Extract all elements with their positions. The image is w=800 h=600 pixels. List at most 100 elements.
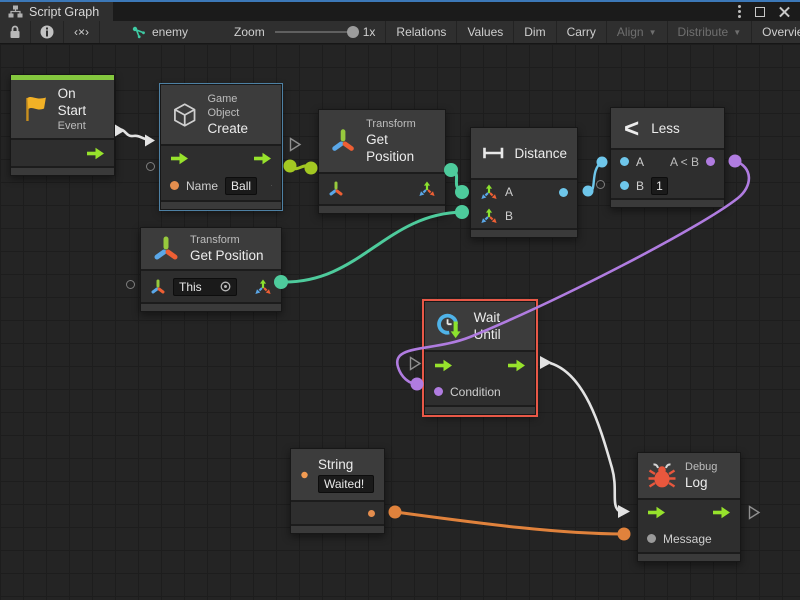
graph-target[interactable]: enemy <box>122 21 198 43</box>
output-label: A < B <box>670 155 699 169</box>
maximize-icon[interactable] <box>755 7 765 17</box>
this-value-field[interactable]: This <box>173 278 237 296</box>
flow-out-port[interactable] <box>507 359 526 372</box>
position-a-in-port[interactable] <box>480 184 498 200</box>
code-view-button[interactable]: ‹×› <box>64 21 100 43</box>
position-b-in-port[interactable] <box>480 208 498 224</box>
name-input-port[interactable] <box>170 181 179 190</box>
transform-icon <box>329 127 357 155</box>
zoom-control: Zoom 1x <box>224 21 385 43</box>
flag-icon <box>21 93 49 125</box>
zoom-slider[interactable] <box>275 31 353 33</box>
string-out-port[interactable] <box>368 510 375 517</box>
window-menu-icon[interactable] <box>738 5 741 18</box>
less-b-in-port[interactable] <box>620 181 629 190</box>
unity-script-graph-window: Script Graph ‹×› <box>0 0 800 600</box>
tab-title: Script Graph <box>29 5 99 19</box>
unconnected-circle-less-b[interactable] <box>596 180 605 189</box>
transform-icon <box>151 235 181 263</box>
node-footer <box>161 200 281 209</box>
zoom-label: Zoom <box>234 25 265 39</box>
node-footer <box>319 204 445 213</box>
chevron-down-icon: ▼ <box>649 28 657 37</box>
toolbar-buttons: Relations Values Dim Carry Align ▼ Distr… <box>385 21 800 43</box>
node-footer <box>471 228 577 237</box>
node-footer <box>425 405 535 414</box>
node-on-start-event[interactable]: On Start Event <box>10 74 115 176</box>
unconnected-circle-get-position-this[interactable] <box>126 280 135 289</box>
node-subtitle: Event <box>58 119 104 133</box>
unconnected-circle-create-name[interactable] <box>146 162 155 171</box>
input-b-label: B <box>505 209 513 223</box>
object-picker-icon[interactable] <box>220 281 231 292</box>
b-value-field[interactable]: 1 <box>651 177 668 195</box>
less-a-in-port[interactable] <box>620 157 629 166</box>
transform-in-port[interactable] <box>328 181 344 197</box>
relations-button[interactable]: Relations <box>385 21 457 43</box>
node-category: Transform <box>366 117 435 131</box>
transform-in-port[interactable] <box>150 279 166 295</box>
code-view-icon: ‹×› <box>74 25 89 39</box>
name-port-label: Name <box>186 179 218 193</box>
node-footer <box>141 302 281 311</box>
node-get-position-a[interactable]: Transform Get Position <box>318 109 446 214</box>
node-distance[interactable]: Distance A B <box>470 127 578 238</box>
distribute-dropdown[interactable]: Distribute ▼ <box>668 21 753 43</box>
flow-in-port[interactable] <box>434 359 453 372</box>
node-wait-until[interactable]: Wait Until Condition <box>424 301 536 415</box>
graph-target-label: enemy <box>152 25 188 39</box>
carry-button[interactable]: Carry <box>557 21 607 43</box>
condition-label: Condition <box>450 385 501 399</box>
tab-script-graph[interactable]: Script Graph <box>0 2 113 21</box>
unconnected-triangle-create-out[interactable] <box>289 137 302 152</box>
node-get-position-b[interactable]: Transform Get Position This <box>140 227 282 312</box>
node-title: Get Position <box>366 131 435 165</box>
node-footer <box>291 524 384 533</box>
lock-icon <box>9 25 21 39</box>
align-dropdown[interactable]: Align ▼ <box>607 21 668 43</box>
node-string[interactable]: String Waited! <box>290 448 385 534</box>
info-icon <box>40 25 54 39</box>
game-object-out-port[interactable] <box>271 177 272 194</box>
condition-in-port[interactable] <box>434 387 443 396</box>
string-value-field[interactable]: Waited! <box>318 475 374 493</box>
info-button[interactable] <box>31 21 64 43</box>
dim-button[interactable]: Dim <box>514 21 556 43</box>
unconnected-triangle-wait-in[interactable] <box>409 356 422 371</box>
node-debug-log[interactable]: Debug Log Message <box>637 452 741 562</box>
less-than-icon: < <box>624 115 639 141</box>
message-in-port[interactable] <box>647 534 656 543</box>
zoom-value: 1x <box>363 25 376 39</box>
node-title: Distance <box>514 145 567 162</box>
title-tab-bar: Script Graph <box>0 0 800 21</box>
position-out-port[interactable] <box>254 279 272 295</box>
node-category: Transform <box>190 233 264 247</box>
graph-icon <box>8 5 23 18</box>
node-footer <box>11 166 114 175</box>
flow-in-port[interactable] <box>170 152 189 165</box>
close-icon[interactable] <box>779 6 790 17</box>
flow-out-port[interactable] <box>712 506 731 519</box>
window-controls <box>738 2 800 21</box>
distance-icon <box>481 144 505 162</box>
lock-button[interactable] <box>0 21 31 43</box>
overview-button[interactable]: Overview <box>752 21 800 43</box>
node-title: Wait Until <box>474 309 525 343</box>
less-result-out-port[interactable] <box>706 157 715 166</box>
wait-until-icon <box>435 310 465 342</box>
node-less[interactable]: < Less A A < B B 1 <box>610 107 725 208</box>
flow-in-port[interactable] <box>647 506 666 519</box>
unconnected-triangle-debug-out[interactable] <box>748 505 761 520</box>
node-game-object-create[interactable]: Game Object Create Name Ball <box>160 84 282 210</box>
values-button[interactable]: Values <box>457 21 514 43</box>
game-object-cube-icon <box>171 101 198 129</box>
position-out-port[interactable] <box>418 181 436 197</box>
flow-out-port[interactable] <box>86 147 105 160</box>
flow-out-port[interactable] <box>253 152 272 165</box>
name-value-field[interactable]: Ball <box>225 177 257 195</box>
distance-out-port[interactable] <box>559 188 568 197</box>
node-title: On Start <box>58 85 104 119</box>
zoom-slider-handle[interactable] <box>347 26 359 38</box>
node-title: Less <box>651 120 680 137</box>
node-title: Get Position <box>190 247 264 264</box>
